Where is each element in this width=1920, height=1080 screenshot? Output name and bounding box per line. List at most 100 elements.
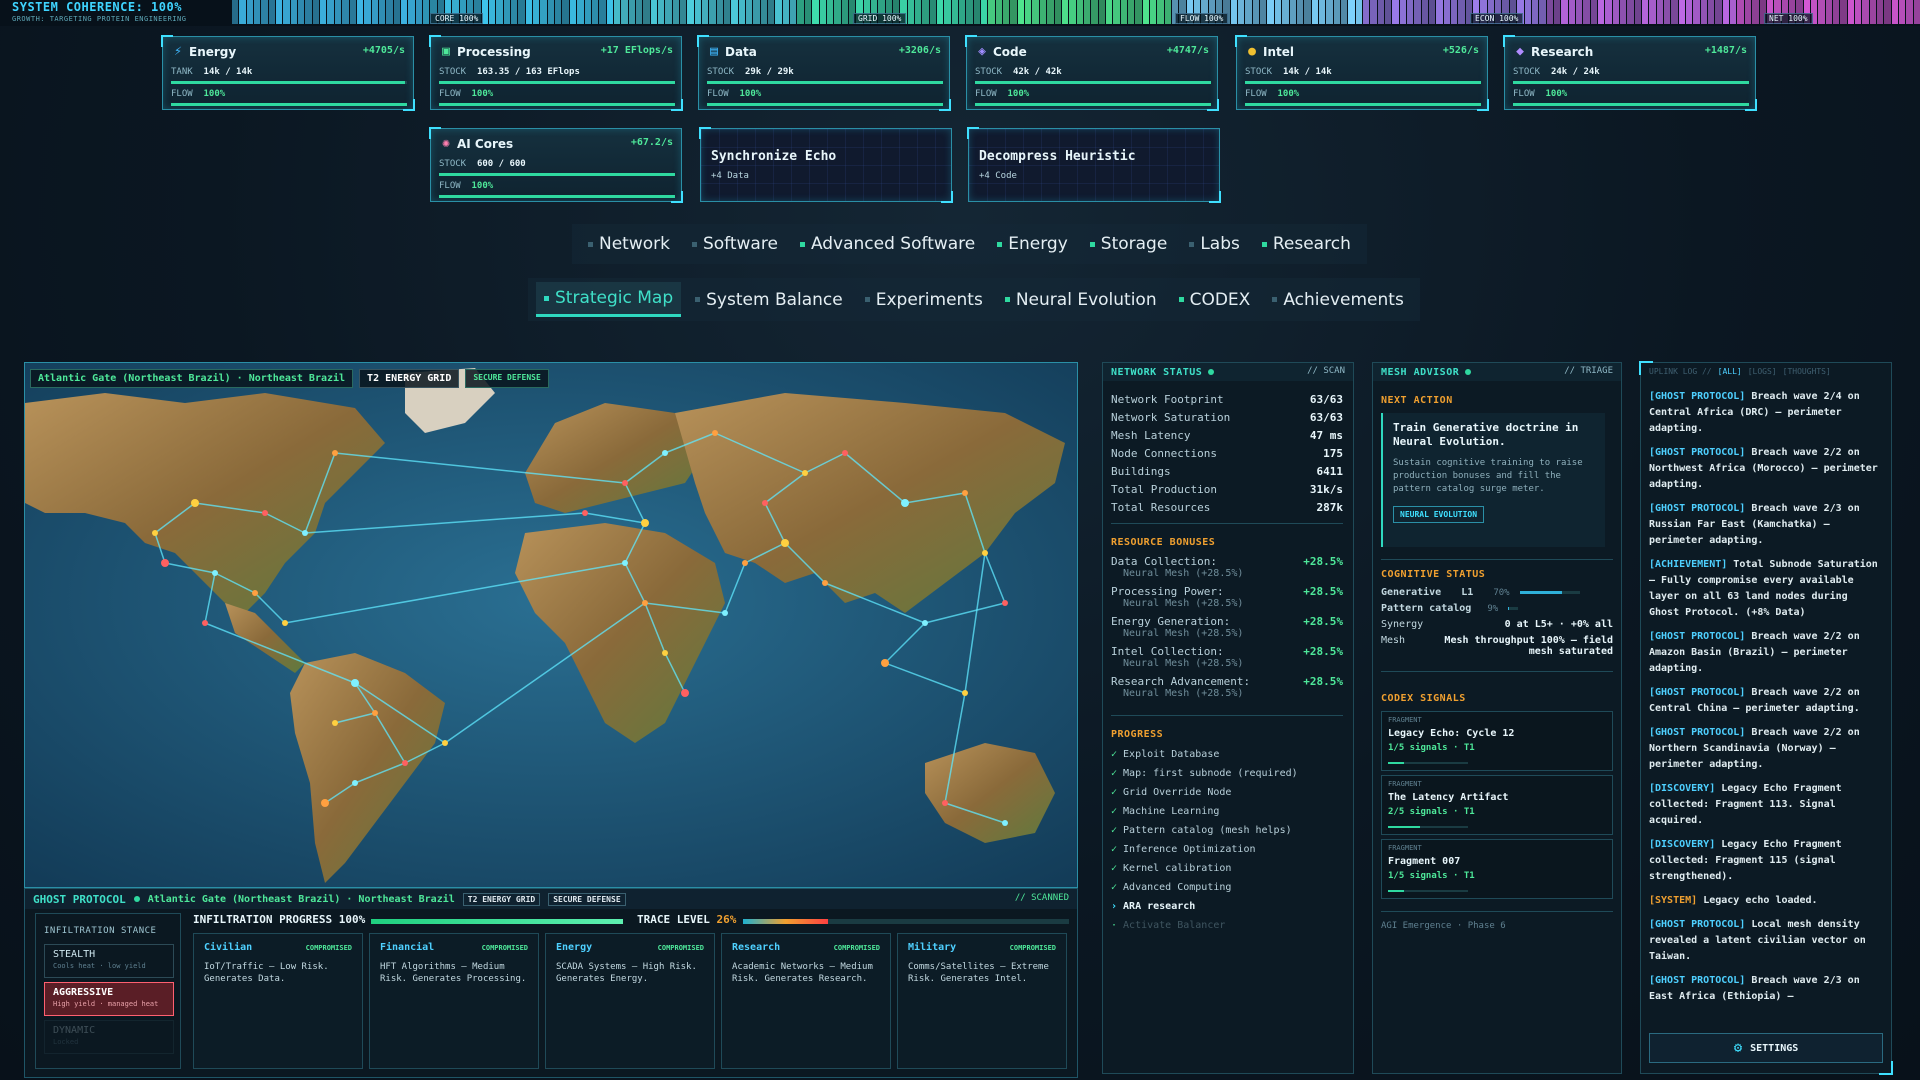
network-node[interactable] (842, 450, 848, 456)
network-node[interactable] (662, 650, 668, 656)
network-node[interactable] (942, 800, 948, 806)
resource-stock: STOCK 163.35 / 163 EFlops (439, 67, 580, 77)
tab-neural-evolution[interactable]: Neural Evolution (997, 282, 1165, 317)
log-tab-all[interactable]: [ALL] (1718, 367, 1742, 376)
segment-label-flow: FLOW 100% (1175, 13, 1229, 24)
network-node[interactable] (962, 490, 968, 496)
tab-dot-icon (864, 297, 870, 302)
tab-software[interactable]: Software (684, 228, 786, 260)
network-node[interactable] (762, 500, 768, 506)
log-entry: [DISCOVERY] Legacy Echo Fragment collect… (1649, 783, 1842, 826)
network-node[interactable] (1002, 600, 1008, 606)
bonus-row: Intel Collection: +28.5% Neural Mesh (+28.… (1111, 645, 1343, 669)
decompress-heuristic-button[interactable]: Decompress Heuristic +4 Code (967, 127, 1221, 203)
tab-network[interactable]: Network (580, 228, 678, 260)
network-node[interactable] (202, 620, 208, 626)
tab-system-balance[interactable]: System Balance (687, 282, 851, 317)
log-entry: [SYSTEM] Legacy echo loaded. (1649, 895, 1818, 906)
network-node[interactable] (742, 560, 748, 566)
resource-card-intel[interactable]: ● Intel +526/s STOCK 14k / 14k FLOW 100% (1235, 35, 1489, 111)
network-node[interactable] (662, 450, 668, 456)
progress-item: ✓ Advanced Computing (1111, 882, 1232, 893)
settings-button[interactable]: ⚙ SETTINGS (1649, 1033, 1883, 1063)
network-node[interactable] (372, 710, 378, 716)
codex-fragment[interactable]: FRAGMENT Legacy Echo: Cycle 12 1/5 signals… (1381, 711, 1613, 771)
network-node[interactable] (351, 679, 359, 687)
network-category-energy[interactable]: Energy COMPROMISED SCADA Systems — High Ri… (545, 933, 715, 1069)
resource-card-data[interactable]: ▤ Data +3206/s STOCK 29k / 29k FLOW 100% (697, 35, 951, 111)
category-state: COMPROMISED (305, 944, 352, 952)
resource-card-research[interactable]: ◆ Research +1487/s STOCK 24k / 24k FLOW 100% (1503, 35, 1757, 111)
network-node[interactable] (332, 450, 338, 456)
resource-flow-bar (1513, 103, 1749, 106)
resource-flow-bar (1245, 103, 1481, 106)
progress-item: ✓ Pattern catalog (mesh helps) (1111, 825, 1292, 836)
network-node[interactable] (152, 530, 158, 536)
resource-card-energy[interactable]: ⚡ Energy +4705/s TANK 14k / 14k FLOW 100% (161, 35, 415, 111)
stance-stealth-button[interactable]: STEALTH Cools heat · low yield (44, 944, 174, 978)
network-node[interactable] (922, 620, 928, 626)
network-node[interactable] (282, 620, 288, 626)
network-node[interactable] (442, 740, 448, 746)
network-node[interactable] (321, 799, 329, 807)
strategic-map[interactable] (24, 362, 1078, 888)
log-tab-thoughts[interactable]: [THOUGHTS] (1783, 367, 1831, 376)
network-node[interactable] (642, 600, 648, 606)
network-node[interactable] (681, 689, 689, 697)
network-node[interactable] (962, 690, 968, 696)
synchronize-echo-button[interactable]: Synchronize Echo +4 Data (699, 127, 953, 203)
network-node[interactable] (712, 430, 718, 436)
tab-codex[interactable]: CODEX (1171, 282, 1259, 317)
world-map[interactable] (25, 363, 1078, 888)
resource-card-code[interactable]: ◈ Code +4747/s STOCK 42k / 42k FLOW 100% (965, 35, 1219, 111)
network-node[interactable] (622, 560, 628, 566)
tab-research[interactable]: Research (1254, 228, 1359, 260)
resource-flow-bar (975, 103, 1211, 106)
network-node[interactable] (252, 590, 258, 596)
network-node[interactable] (802, 470, 808, 476)
network-category-civilian[interactable]: Civilian COMPROMISED IoT/Traffic — Low Ris… (193, 933, 363, 1069)
tab-experiments[interactable]: Experiments (857, 282, 991, 317)
tab-advanced-software[interactable]: Advanced Software (792, 228, 983, 260)
tab-energy[interactable]: Energy (989, 228, 1076, 260)
tab-strategic-map[interactable]: Strategic Map (536, 282, 682, 317)
network-node[interactable] (641, 519, 649, 527)
network-node[interactable] (352, 780, 358, 786)
stance-aggressive-button[interactable]: AGGRESSIVE High yield · managed heat (44, 982, 174, 1016)
network-node[interactable] (1002, 820, 1008, 826)
resource-card-ai-cores[interactable]: ✺ AI Cores +67.2/s STOCK 600 / 600 FLOW 100% (429, 127, 683, 203)
network-category-financial[interactable]: Financial COMPROMISED HFT Algorithms — Med… (369, 933, 539, 1069)
codex-fragment[interactable]: FRAGMENT The Latency Artifact 2/5 signals … (1381, 775, 1613, 835)
network-node[interactable] (582, 510, 588, 516)
log-tab-logs[interactable]: [LOGS] (1748, 367, 1777, 376)
resource-stock: STOCK 24k / 24k (1513, 67, 1600, 77)
network-node[interactable] (212, 570, 218, 576)
resource-card-processing[interactable]: ▣ Processing +17 EFlops/s STOCK 163.35 / 16… (429, 35, 683, 111)
network-node[interactable] (822, 580, 828, 586)
tab-achievements[interactable]: Achievements (1264, 282, 1411, 317)
progress-item: ✓ Grid Override Node (1111, 787, 1232, 798)
neural-evolution-button[interactable]: NEURAL EVOLUTION (1393, 506, 1485, 523)
stance-dynamic-button[interactable]: DYNAMIC Locked (44, 1020, 174, 1054)
network-category-research[interactable]: Research COMPROMISED Academic Networks — M… (721, 933, 891, 1069)
network-node[interactable] (622, 480, 628, 486)
log-entries[interactable]: [GHOST PROTOCOL] Breach wave 2/4 on Cent… (1649, 389, 1883, 1029)
tab-labs[interactable]: Labs (1181, 228, 1248, 260)
network-node[interactable] (402, 760, 408, 766)
network-node[interactable] (982, 550, 988, 556)
network-node[interactable] (302, 530, 308, 536)
resource-name: Code (993, 45, 1027, 59)
codex-fragment[interactable]: FRAGMENT Fragment 007 1/5 signals · T1 (1381, 839, 1613, 899)
log-entry: [GHOST PROTOCOL] Breach wave 2/4 on Cent… (1649, 391, 1860, 434)
network-node[interactable] (722, 610, 728, 616)
tab-storage[interactable]: Storage (1082, 228, 1176, 260)
network-node[interactable] (901, 499, 909, 507)
network-node[interactable] (161, 559, 169, 567)
coherence-title: SYSTEM COHERENCE: 100% (12, 0, 182, 14)
network-category-military[interactable]: Military COMPROMISED Comms/Satellites — Ex… (897, 933, 1067, 1069)
network-node[interactable] (262, 510, 268, 516)
network-node[interactable] (191, 499, 199, 507)
network-node[interactable] (332, 720, 338, 726)
network-node[interactable] (881, 659, 889, 667)
network-node[interactable] (781, 539, 789, 547)
